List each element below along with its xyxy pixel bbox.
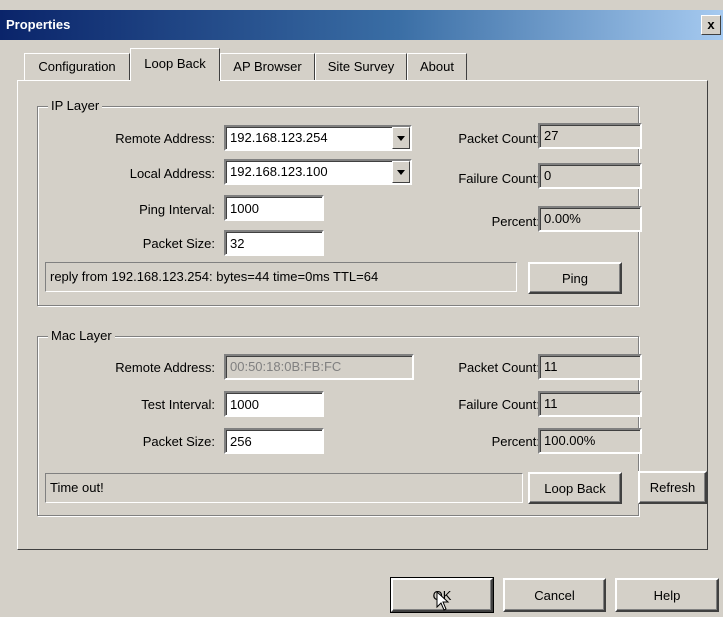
- ip-remote-address-value: 192.168.123.254: [230, 130, 328, 145]
- mac-percent-value: 100.00%: [538, 428, 642, 454]
- tab-ap-browser[interactable]: AP Browser: [220, 53, 315, 81]
- ip-local-address-select[interactable]: 192.168.123.100: [224, 159, 412, 185]
- mac-packet-count-label: Packet Count:: [458, 360, 540, 375]
- chevron-down-icon[interactable]: [392, 127, 410, 149]
- ip-packet-count-label: Packet Count:: [458, 131, 540, 146]
- ip-packet-size-input[interactable]: [224, 230, 324, 256]
- refresh-button[interactable]: Refresh: [638, 471, 707, 504]
- ip-percent-label: Percent:: [491, 214, 540, 229]
- mouse-pointer-icon: [436, 591, 450, 611]
- ip-packet-count-value: 27: [538, 123, 642, 149]
- ip-packet-size-label: Packet Size:: [142, 236, 215, 251]
- ping-interval-input[interactable]: [224, 195, 324, 221]
- mac-failure-count-label: Failure Count:: [458, 397, 540, 412]
- loop-back-button[interactable]: Loop Back: [528, 472, 622, 504]
- ping-interval-label: Ping Interval:: [139, 202, 215, 217]
- mac-layer-group: Mac Layer Remote Address: 00:50:18:0B:FB…: [37, 328, 642, 516]
- mac-percent-label: Percent:: [491, 434, 540, 449]
- ip-percent-value: 0.00%: [538, 206, 642, 232]
- ip-layer-group: IP Layer Remote Address: 192.168.123.254…: [37, 98, 642, 306]
- test-interval-input[interactable]: [224, 391, 324, 417]
- mac-layer-title: Mac Layer: [48, 328, 115, 344]
- tab-site-survey[interactable]: Site Survey: [315, 53, 407, 81]
- window-title: Properties: [6, 17, 71, 32]
- close-button[interactable]: x: [701, 15, 721, 35]
- tab-loop-back[interactable]: Loop Back: [130, 48, 220, 81]
- title-bar: Properties x: [0, 10, 723, 40]
- mac-remote-address-input: 00:50:18:0B:FB:FC: [224, 354, 414, 380]
- ip-layer-title: IP Layer: [48, 98, 103, 114]
- close-icon: x: [707, 17, 715, 32]
- mac-packet-count-value: 11: [538, 354, 642, 380]
- ip-local-address-value: 192.168.123.100: [230, 164, 328, 179]
- mac-packet-size-input[interactable]: [224, 428, 324, 454]
- loop-back-panel: IP Layer Remote Address: 192.168.123.254…: [17, 80, 708, 550]
- mac-packet-size-label: Packet Size:: [142, 434, 215, 449]
- mac-status-bar: Time out!: [45, 473, 523, 503]
- test-interval-label: Test Interval:: [141, 397, 215, 412]
- mac-failure-count-value: 11: [538, 391, 642, 417]
- chevron-down-icon[interactable]: [392, 161, 410, 183]
- help-button[interactable]: Help: [615, 578, 719, 612]
- properties-window: Properties x Configuration Loop Back AP …: [0, 0, 723, 617]
- ip-local-address-label: Local Address:: [129, 166, 215, 181]
- tab-configuration[interactable]: Configuration: [24, 53, 130, 81]
- ip-remote-address-select[interactable]: 192.168.123.254: [224, 125, 412, 151]
- ip-failure-count-label: Failure Count:: [458, 171, 540, 186]
- mac-remote-address-label: Remote Address:: [115, 360, 215, 375]
- ip-status-bar: reply from 192.168.123.254: bytes=44 tim…: [45, 262, 517, 292]
- ping-button[interactable]: Ping: [528, 262, 622, 294]
- ip-remote-address-label: Remote Address:: [115, 131, 215, 146]
- ip-failure-count-value: 0: [538, 163, 642, 189]
- cancel-button[interactable]: Cancel: [503, 578, 606, 612]
- tab-about[interactable]: About: [407, 53, 467, 81]
